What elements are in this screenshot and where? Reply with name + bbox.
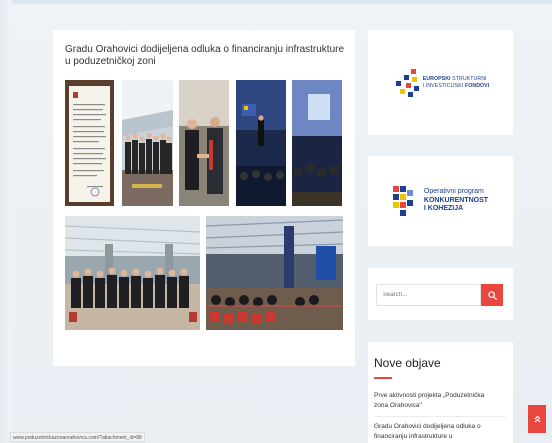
eu-logo-line2-bold: FONDOVI <box>464 82 490 89</box>
double-chevron-up-icon <box>534 415 540 423</box>
article-title[interactable]: Gradu Orahovici dodijeljena odluka o fin… <box>65 44 345 68</box>
status-bar-url: www.poduzetnickazonaorahovica.com/?attac… <box>10 432 145 442</box>
recent-post-link-2[interactable]: Gradu Orahovici dodijeljena odluka o fin… <box>374 422 506 442</box>
op-logo-line3: I KOHEZIJA <box>423 205 464 213</box>
op-mosaic-icon <box>392 186 413 216</box>
search-icon <box>487 290 497 300</box>
search-button[interactable] <box>481 284 503 306</box>
article-card: Gradu Orahovici dodijeljena odluka o fin… <box>53 30 355 366</box>
eu-logo-line1-thin: STRUKTURNI <box>452 76 487 82</box>
gallery-photo-hall-ceremony[interactable] <box>206 216 343 330</box>
gallery-photo-handshake[interactable] <box>179 80 229 206</box>
eu-logo-line2-thin: I INVESTICIJSKI <box>422 82 464 89</box>
op-logo-line2: KONKURENTNOST <box>423 196 489 204</box>
eu-funds-logo-card[interactable]: EUROPSKI STRUKTURNI I INVESTICIJSKI FOND… <box>368 30 513 135</box>
scroll-top-button[interactable] <box>528 405 546 433</box>
eu-logo-line1-bold: EUROPSKI <box>422 76 451 82</box>
gallery-photo-speaker[interactable] <box>236 80 286 206</box>
search-input[interactable] <box>376 284 481 306</box>
op-logo-line1: Operativni program <box>423 188 484 196</box>
op-konkurentnost-logo-card[interactable]: Operativni program KONKURENTNOST I KOHEZ… <box>368 156 513 246</box>
window-left-edge <box>0 0 12 443</box>
recent-post-link-1[interactable]: Prve aktivnosti projekta „Poduzetnička z… <box>374 391 506 411</box>
gallery-photo-group[interactable] <box>122 80 173 206</box>
window-top-edge <box>0 0 552 4</box>
gallery-photo-stage[interactable] <box>292 80 342 206</box>
recent-posts-widget: Nove objave Prve aktivnosti projekta „Po… <box>368 342 513 443</box>
post-separator <box>374 416 506 417</box>
eu-stars-icon <box>395 68 419 97</box>
recent-posts-title: Nove objave <box>374 356 441 370</box>
recent-posts-underline <box>374 377 392 379</box>
gallery-photo-document[interactable] <box>65 80 114 206</box>
gallery-photo-hall-audience[interactable] <box>65 216 200 330</box>
search-widget <box>368 268 513 320</box>
